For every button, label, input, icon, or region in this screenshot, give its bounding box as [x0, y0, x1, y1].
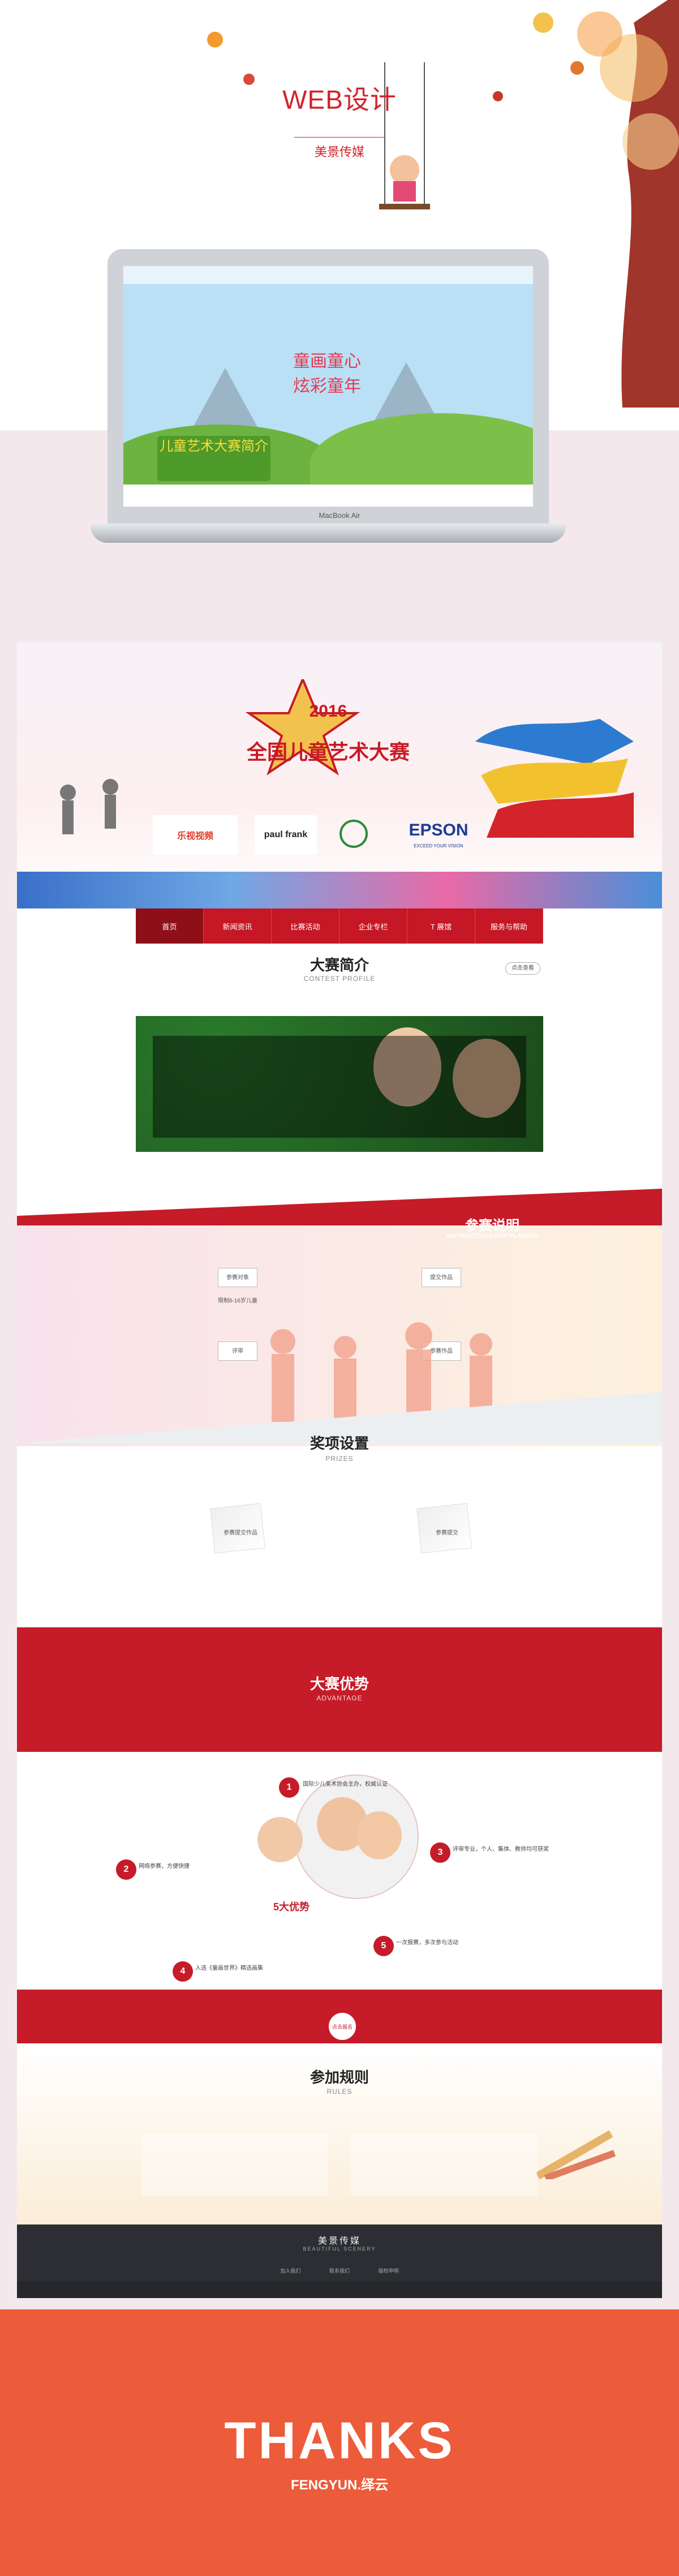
nav-item-enterprise[interactable]: 企业专栏 [340, 908, 407, 944]
advantage-center-label: 5大优势 [273, 1901, 310, 1913]
sponsor-logo-leshi: 乐视视频 [153, 815, 238, 855]
footer-link[interactable]: 加入我们 [280, 2267, 300, 2274]
age-note: 限制6-16岁儿童 [218, 1298, 258, 1304]
advantage-item-title: 国际少儿美术协会主办，权威认证 [303, 1781, 388, 1788]
advantage-subtitle: ADVANTAGE [316, 1694, 363, 1702]
prize-label: 参赛提交 [436, 1530, 458, 1536]
child-photo [257, 1817, 303, 1862]
laptop-base [91, 524, 566, 543]
footer-links: 加入我们 联系我们 版权申明 [266, 2267, 413, 2274]
brand-title: WEB设计 [282, 85, 397, 114]
participate-title: 参赛说明 [465, 1218, 519, 1233]
prize-label: 参赛提交作品 [224, 1530, 257, 1536]
advantage-item-title: 一次报赛，多次参与活动 [396, 1940, 458, 1946]
intro-more-button[interactable]: 点击查看 [505, 962, 540, 975]
screen-title-line2: 炫彩童年 [293, 377, 361, 396]
device-label: MacBook Air [319, 511, 360, 520]
rules-column-right [351, 2134, 538, 2196]
advantage-title: 大赛优势 [310, 1675, 369, 1692]
intro-text-overlay [153, 1036, 526, 1138]
screen-nav [123, 266, 533, 284]
jumping-kids-silhouette [60, 779, 118, 834]
advantage-item-title: 网络参赛，方便快捷 [139, 1863, 190, 1870]
advantage-item-title: 入选《童画世界》精选画集 [195, 1965, 263, 1971]
epson-tagline: EXCEED YOUR VISION [414, 843, 463, 848]
screen-footer [123, 485, 533, 507]
screen-ribbon: 儿童艺术大赛简介 [157, 436, 270, 481]
pencil-illustration [535, 2130, 616, 2179]
nav-item-help[interactable]: 服务与帮助 [475, 908, 543, 944]
nav-item-news[interactable]: 新闻资讯 [204, 908, 272, 944]
advantage-number: 4 [173, 1961, 193, 1982]
participate-subtitle: INSTRUCTIONS FOR PLAYERS [446, 1233, 539, 1240]
intro-title: 大赛简介 [310, 957, 369, 974]
banner-title: 全国儿童艺术大赛 [246, 740, 410, 764]
footer-link[interactable]: 版权申明 [379, 2267, 399, 2274]
rules-column-left [141, 2134, 328, 2196]
advantage-number: 2 [116, 1859, 136, 1880]
author-signature: FENGYUN.绎云 [290, 2478, 388, 2493]
city-skyline [17, 872, 662, 908]
advantage-number: 5 [373, 1936, 394, 1956]
prizes-subtitle: PRIZES [325, 1455, 354, 1463]
banner-year: 2016 [309, 702, 347, 721]
advantage-item-title: 评审专业，个人、集体、教师均可获奖 [453, 1846, 549, 1853]
sponsor-logo-emblem [340, 820, 368, 848]
thanks-title: THANKS [224, 2412, 455, 2470]
info-box: 提交作品 [422, 1268, 461, 1287]
info-box: 参赛对象 [218, 1268, 257, 1287]
intro-subtitle: CONTEST PROFILE [303, 975, 376, 983]
main-nav: 首页 新闻资讯 比赛活动 企业专栏 T 展馆 服务与帮助 [136, 908, 543, 944]
sponsor-logo-paulfrank: paul frank [255, 815, 317, 855]
footer-copyright-bar [17, 2281, 662, 2298]
footer-link[interactable]: 联系我们 [329, 2267, 350, 2274]
child-photo [356, 1811, 402, 1859]
sponsor-logo-epson: EPSON [409, 821, 469, 839]
footer-logo-en: BEAUTIFUL SCENERY [303, 2246, 376, 2252]
footer-logo: 美景传媒 [317, 2236, 361, 2246]
laptop-screen: 童画童心 炫彩童年 儿童艺术大赛简介 [123, 266, 533, 507]
advantage-number: 1 [279, 1777, 299, 1798]
nav-item-events[interactable]: 比赛活动 [272, 908, 340, 944]
screen-title-line1: 童画童心 [293, 352, 361, 371]
prizes-title: 奖项设置 [310, 1435, 369, 1452]
nav-item-gallery[interactable]: T 展馆 [407, 908, 475, 944]
advantage-signup-button[interactable]: 点击报名 [328, 2012, 356, 2041]
paint-splash-illustration [475, 719, 634, 838]
advantage-number: 3 [430, 1842, 450, 1863]
brand-subtitle: 美景传媒 [294, 137, 385, 160]
nav-item-home[interactable]: 首页 [136, 908, 204, 944]
